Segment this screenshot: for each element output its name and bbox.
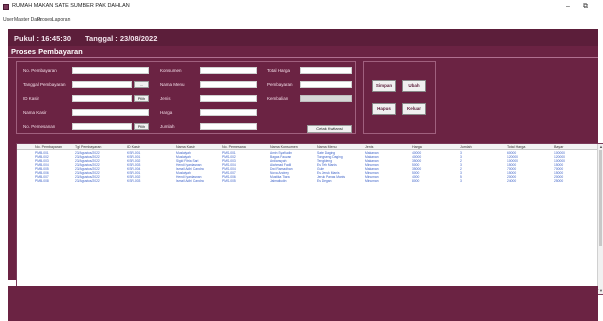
- window-title: RUMAH MAKAN SATE SUMBER PAK DAHLAN: [12, 3, 130, 9]
- payment-table: No. Pembayaran Tgl Pembayaran ID Kasir N…: [16, 143, 603, 295]
- col-no-pembayaran[interactable]: No. Pembayaran: [35, 145, 62, 149]
- simpan-button[interactable]: Simpan: [372, 80, 396, 92]
- label-no-pemesanan: No. Pemesanan: [23, 124, 56, 129]
- nama-menu-input[interactable]: [200, 81, 257, 88]
- label-pembayaran: Pembayaran: [267, 82, 293, 87]
- section-divider: [8, 57, 598, 58]
- table-cell: PMS-005: [222, 179, 236, 183]
- harga-input[interactable]: [200, 109, 257, 116]
- lower-panel: [8, 286, 598, 321]
- table-cell: 8000: [412, 179, 420, 183]
- jenis-input[interactable]: [200, 95, 257, 102]
- pilih-pemesanan-button[interactable]: Pilih: [134, 123, 149, 130]
- hapus-button[interactable]: Hapus: [372, 103, 396, 115]
- no-pemesanan-input[interactable]: [72, 123, 132, 130]
- menu-laporan[interactable]: Laporan: [52, 17, 70, 23]
- col-tgl-pembayaran[interactable]: Tgl Pembayaran: [75, 145, 101, 149]
- kembalian-input: [300, 95, 352, 102]
- col-harga[interactable]: Harga: [412, 145, 422, 149]
- table-cell: PMB-008: [35, 179, 49, 183]
- clock-header: Pukul : 16:45:30 Tanggal : 23/08/2022: [8, 29, 598, 46]
- col-id-kasir[interactable]: ID Kasir: [127, 145, 140, 149]
- label-total-harga: Total Harga: [267, 68, 291, 73]
- label-jumlah: Jumlah: [160, 124, 175, 129]
- total-harga-input[interactable]: [300, 67, 352, 74]
- keluar-button[interactable]: Keluar: [402, 103, 426, 115]
- pilih-kasir-button[interactable]: Pilih: [134, 95, 149, 102]
- app-window: RUMAH MAKAN SATE SUMBER PAK DAHLAN – ⧉ U…: [0, 0, 603, 321]
- menu-proses[interactable]: Proses: [37, 17, 53, 23]
- label-id-kasir: ID Kasir: [23, 96, 40, 101]
- table-cell: Minuman: [365, 179, 379, 183]
- minimize-button[interactable]: –: [566, 3, 570, 11]
- table-cell: 23/Agustus/2022: [75, 179, 100, 183]
- section-title: Proses Pembayaran: [11, 47, 83, 56]
- date-label: Tanggal : 23/08/2022: [85, 34, 158, 43]
- pembayaran-input[interactable]: [300, 81, 352, 88]
- payment-form: No. Pembayaran Tanggal Pembayaran ... ID…: [16, 61, 356, 134]
- col-jenis[interactable]: Jenis: [365, 145, 373, 149]
- col-nama-konsumen[interactable]: Nama Konsumen: [270, 145, 298, 149]
- id-kasir-input[interactable]: [72, 95, 132, 102]
- col-nama-kasir[interactable]: Nama Kasir: [176, 145, 195, 149]
- menu-bar: User Master Data Proses Laporan: [0, 16, 603, 25]
- tanggal-pembayaran-input[interactable]: [72, 81, 132, 88]
- table-cell: 25000: [554, 179, 564, 183]
- table-cell: 3: [460, 179, 462, 183]
- restore-button[interactable]: ⧉: [583, 3, 588, 11]
- col-nama-menu[interactable]: Nama Menu: [317, 145, 337, 149]
- title-bar: RUMAH MAKAN SATE SUMBER PAK DAHLAN – ⧉: [0, 0, 603, 16]
- label-nama-kasir: Nama Kasir: [23, 110, 47, 115]
- app-icon: [3, 4, 9, 10]
- ubah-button[interactable]: Ubah: [402, 80, 426, 92]
- label-nama-menu: Nama Menu: [160, 82, 185, 87]
- col-total-harga[interactable]: Total Harga: [507, 145, 525, 149]
- table-cell: Ismail Adhi Candra: [176, 179, 204, 183]
- table-vertical-scrollbar[interactable]: ▲ ▼: [597, 144, 603, 294]
- konsumen-input[interactable]: [200, 67, 257, 74]
- col-jumlah[interactable]: Jumlah: [460, 145, 472, 149]
- payment-panel: Proses Pembayaran No. Pembayaran Tanggal…: [8, 46, 603, 295]
- date-picker-button[interactable]: ...: [134, 81, 149, 88]
- label-jenis: Jenis: [160, 96, 171, 101]
- label-harga: Harga: [160, 110, 173, 115]
- action-buttons: Simpan Ubah Hapus Keluar: [363, 61, 436, 134]
- col-bayar[interactable]: Bayar: [554, 145, 563, 149]
- table-cell: Jalmailudin: [270, 179, 287, 183]
- table-row[interactable]: PMB-008 23/Agustus/2022 KSR-003 Ismail Adhi…: [17, 179, 599, 183]
- time-label: Pukul : 16:45:30: [14, 34, 72, 43]
- label-kembalian: Kembalian: [267, 96, 289, 101]
- scroll-thumb[interactable]: [599, 150, 602, 246]
- table-cell: KSR-003: [127, 179, 141, 183]
- label-tanggal-pembayaran: Tanggal Pembayaran: [23, 82, 66, 87]
- no-pembayaran-input[interactable]: [72, 67, 149, 74]
- jumlah-input[interactable]: [200, 123, 257, 130]
- nama-kasir-input[interactable]: [72, 109, 149, 116]
- cetak-kwitansi-button[interactable]: Cetak Kwitansi: [307, 125, 352, 133]
- menu-user[interactable]: User: [3, 17, 14, 23]
- table-header: No. Pembayaran Tgl Pembayaran ID Kasir N…: [17, 144, 599, 150]
- col-no-pemesanan[interactable]: No. Pemesana: [222, 145, 246, 149]
- table-cell: 24000: [507, 179, 517, 183]
- label-no-pembayaran: No. Pembayaran: [23, 68, 57, 73]
- label-konsumen: Konsumen: [160, 68, 182, 73]
- table-cell: Es Degan: [317, 179, 332, 183]
- scroll-up-arrow[interactable]: ▲: [598, 144, 603, 149]
